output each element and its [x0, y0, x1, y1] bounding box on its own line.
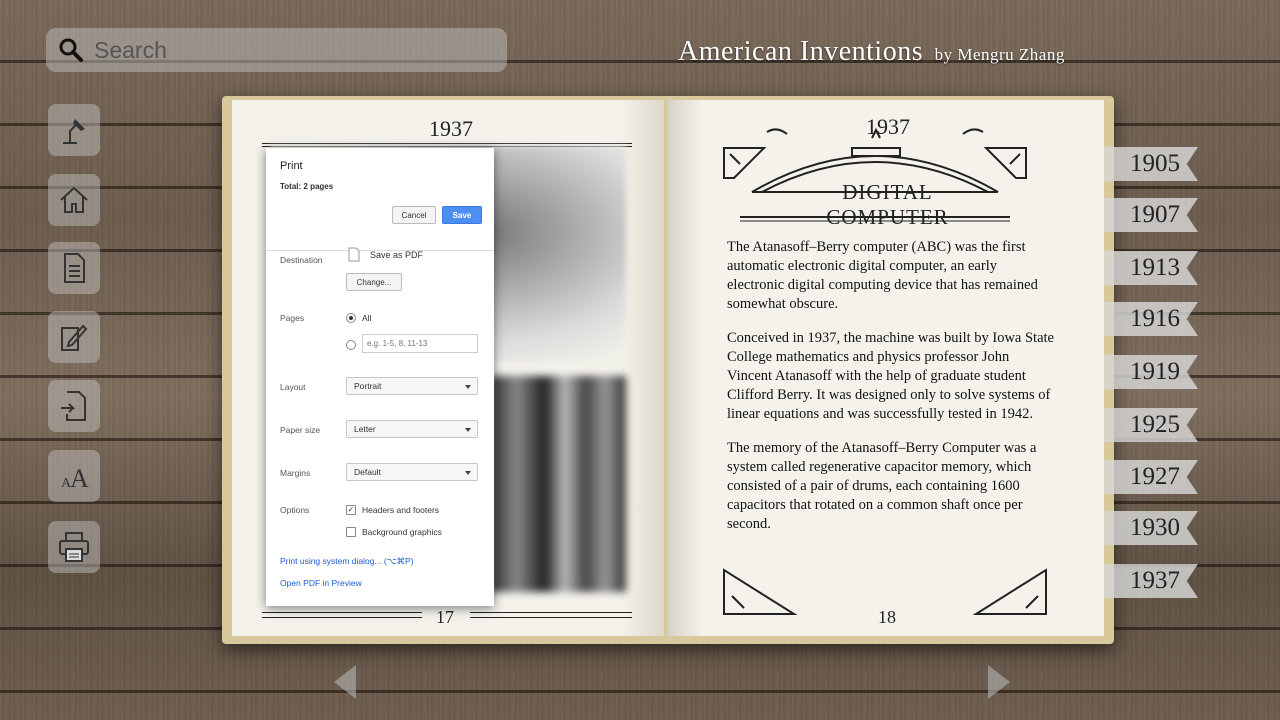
destination-label: Destination [280, 255, 323, 265]
system-dialog-link[interactable]: Print using system dialog... (⌥⌘P) [280, 556, 414, 567]
article-paragraph: The Atanasoff–Berry computer (ABC) was t… [727, 239, 1038, 312]
left-bottom-rule [262, 612, 422, 613]
print-dialog-title: Print [280, 160, 303, 172]
svg-text:A: A [70, 464, 89, 493]
pages-all-label: All [362, 313, 372, 323]
options-label: Options [280, 505, 310, 515]
layout-select[interactable]: Portrait [346, 377, 478, 395]
year-tab-1916[interactable]: 1916 [1104, 302, 1198, 336]
print-button[interactable] [48, 521, 100, 573]
save-button[interactable]: Save [442, 206, 482, 224]
year-tab-1925[interactable]: 1925 [1104, 408, 1198, 442]
search-input[interactable] [92, 35, 476, 65]
chevron-down-icon [465, 428, 471, 432]
search-icon [59, 38, 83, 62]
font-size-icon: AA [61, 464, 89, 493]
article-heading: DIGITAL COMPUTER [826, 180, 949, 229]
edit-note-icon [61, 324, 88, 351]
left-page-number: 17 [436, 607, 454, 627]
previous-page-arrow-icon[interactable] [334, 665, 356, 699]
paper-size-value: Letter [354, 424, 376, 434]
blurred-photo-image [490, 376, 626, 592]
pages-range-input[interactable] [362, 334, 478, 353]
print-icon [59, 532, 89, 562]
open-preview-link[interactable]: Open PDF in Preview [280, 578, 362, 588]
article-body: The Atanasoff–Berry computer (ABC) was t… [727, 238, 1057, 549]
year-tab-1905[interactable]: 1905 [1104, 147, 1198, 181]
left-bottom-rule-3 [470, 612, 632, 613]
year-tab-1907[interactable]: 1907 [1104, 198, 1198, 232]
lamp-button[interactable] [48, 104, 100, 156]
book-byline: by Mengru Zhang [934, 45, 1065, 64]
font-size-button[interactable]: AA [48, 450, 100, 502]
change-destination-button[interactable]: Change... [346, 273, 402, 291]
app-title: American Inventions by Mengru Zhang [678, 36, 1065, 68]
year-tab-1930[interactable]: 1930 [1104, 511, 1198, 545]
article-paragraph: The memory of the Atanasoff–Berry Comput… [727, 440, 1037, 532]
file-icon [348, 247, 360, 262]
book-title: American Inventions [678, 36, 924, 67]
destination-value: Save as PDF [370, 250, 424, 260]
left-bottom-rule-2 [262, 617, 422, 618]
layout-label: Layout [280, 382, 306, 392]
left-top-rule [262, 143, 632, 144]
headers-footers-label: Headers and footers [362, 505, 440, 515]
import-button[interactable] [48, 380, 100, 432]
paper-size-select[interactable]: Letter [346, 420, 478, 438]
next-page-arrow-icon[interactable] [988, 665, 1010, 699]
right-page-number: 18 [878, 607, 896, 627]
document-icon [64, 253, 85, 283]
left-page-year: 1937 [429, 116, 473, 141]
headers-footers-checkbox[interactable]: ✓ [346, 505, 356, 515]
search-bar[interactable] [46, 28, 507, 72]
pages-all-radio[interactable] [346, 313, 356, 323]
margins-value: Default [354, 467, 381, 477]
document-button[interactable] [48, 242, 100, 294]
background-graphics-label: Background graphics [362, 527, 442, 537]
lamp-icon [63, 119, 85, 144]
margins-label: Margins [280, 468, 311, 478]
left-bottom-rule-4 [470, 617, 632, 618]
article-paragraph: Conceived in 1937, the machine was built… [727, 330, 1054, 422]
year-tab-1927[interactable]: 1927 [1104, 460, 1198, 494]
chevron-down-icon [465, 385, 471, 389]
home-icon [60, 186, 88, 213]
pages-custom-radio[interactable] [346, 340, 356, 350]
edit-note-button[interactable] [48, 311, 100, 363]
print-dialog: Print Total: 2 pages Cancel Save Destina… [266, 148, 494, 606]
import-icon [61, 391, 86, 421]
chevron-down-icon [465, 471, 471, 475]
pages-label: Pages [280, 313, 305, 323]
print-dialog-header: Print Total: 2 pages Cancel Save [266, 148, 494, 251]
home-button[interactable] [48, 174, 100, 226]
margins-select[interactable]: Default [346, 463, 478, 481]
year-tab-1937[interactable]: 1937 [1104, 564, 1198, 598]
year-tab-1919[interactable]: 1919 [1104, 355, 1198, 389]
cancel-button[interactable]: Cancel [392, 206, 436, 224]
print-total: Total: 2 pages [280, 182, 334, 191]
year-tab-1913[interactable]: 1913 [1104, 251, 1198, 285]
layout-value: Portrait [354, 381, 382, 391]
paper-size-label: Paper size [280, 425, 321, 435]
background-graphics-checkbox[interactable] [346, 527, 356, 537]
